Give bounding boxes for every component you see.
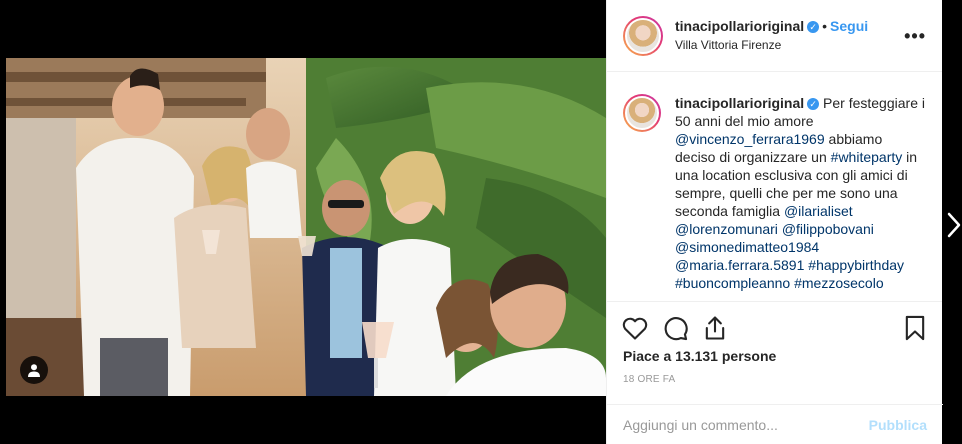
hashtag-link[interactable]: #buoncompleanno — [675, 275, 790, 291]
comment-input[interactable] — [623, 416, 863, 433]
heart-icon — [622, 317, 648, 340]
chevron-right-icon — [947, 212, 961, 238]
post-timestamp[interactable]: 18 ORE FA — [623, 374, 675, 385]
post-caption: tinacipollarioriginal ✓ Per festeggiare i… — [607, 72, 942, 302]
party-photo-illustration — [6, 58, 606, 396]
post-header: tinacipollarioriginal ✓ • Segui Villa Vitto… — [607, 0, 942, 72]
location-link[interactable]: Villa Vittoria Firenze — [675, 36, 868, 54]
hashtag-link[interactable]: #whiteparty — [831, 149, 903, 165]
author-avatar[interactable] — [623, 15, 663, 56]
caption-text: tinacipollarioriginal ✓ Per festeggiare i… — [675, 94, 925, 301]
modal-backdrop[interactable]: tinacipollarioriginal ✓ • Segui Villa Vitto… — [0, 0, 962, 444]
post-details-panel: tinacipollarioriginal ✓ • Segui Villa Vitto… — [606, 0, 943, 444]
verified-badge-icon: ✓ — [807, 98, 820, 110]
post-photo-panel — [6, 0, 606, 444]
share-button[interactable] — [701, 314, 729, 342]
comment-form: Pubblica — [607, 404, 943, 444]
verified-badge-icon: ✓ — [807, 21, 820, 33]
mention-link[interactable]: @simonedimatteo1984 — [675, 239, 819, 255]
share-icon — [705, 316, 725, 340]
user-tags-button[interactable] — [20, 356, 48, 384]
hashtag-link[interactable]: #mezzosecolo — [794, 275, 884, 291]
likes-count[interactable]: Piace a 13.131 persone — [623, 348, 776, 364]
action-bar — [607, 310, 943, 346]
post-photo[interactable] — [6, 58, 606, 396]
next-post-button[interactable] — [946, 212, 962, 238]
more-options-icon: ••• — [904, 26, 926, 46]
comment-button[interactable] — [661, 314, 689, 342]
user-tag-icon — [28, 364, 40, 377]
author-username[interactable]: tinacipollarioriginal — [675, 18, 804, 34]
caption-author-avatar[interactable] — [623, 94, 661, 132]
mention-link[interactable]: @lorenzomunari — [675, 221, 778, 237]
hashtag-link[interactable]: #happybirthday — [808, 257, 904, 273]
separator-dot: • — [822, 18, 828, 34]
more-options-button[interactable]: ••• — [904, 26, 926, 47]
follow-button[interactable]: Segui — [830, 18, 868, 34]
save-button[interactable] — [901, 314, 929, 342]
like-button[interactable] — [621, 314, 649, 342]
comment-icon — [664, 317, 688, 341]
caption-username[interactable]: tinacipollarioriginal — [675, 95, 804, 111]
publish-button[interactable]: Pubblica — [869, 417, 927, 433]
mention-link[interactable]: @ilarialiset — [784, 203, 853, 219]
bookmark-icon — [905, 315, 925, 341]
mention-link[interactable]: @maria.ferrara.5891 — [675, 257, 804, 273]
mention-link[interactable]: @filippobovani — [782, 221, 874, 237]
mention-link[interactable]: @vincenzo_ferrara1969 — [675, 131, 825, 147]
